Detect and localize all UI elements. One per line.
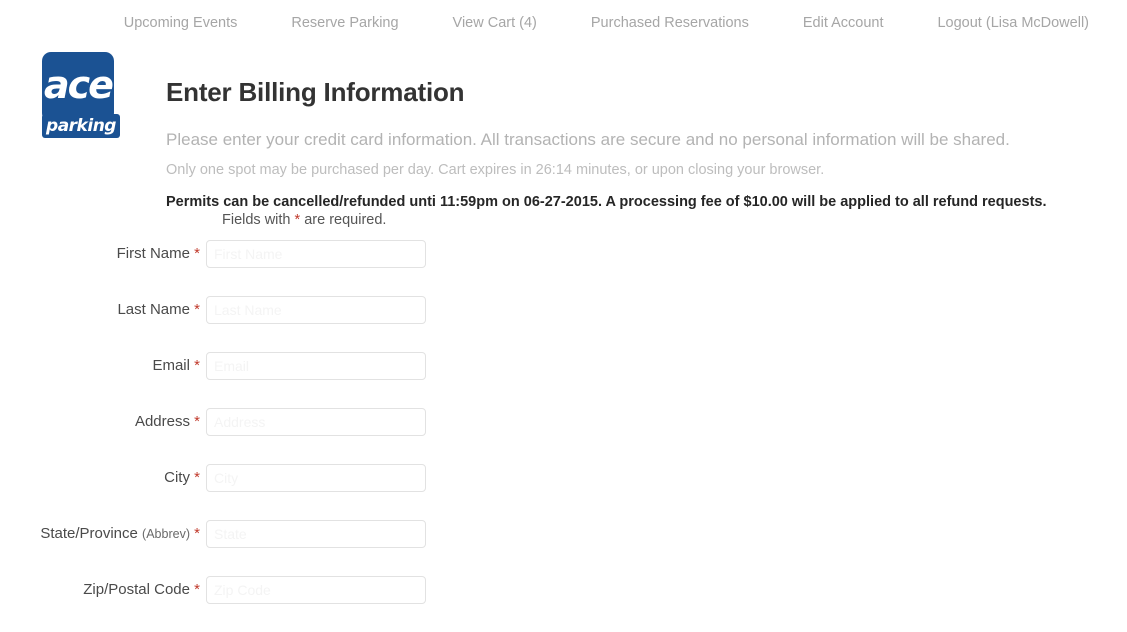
nav-item-view-cart[interactable]: View Cart (4): [451, 12, 539, 35]
label-address: Address *: [0, 408, 206, 436]
label-zip-postal-code: Zip/Postal Code *: [0, 576, 206, 604]
label-state-province-abbrev: (Abbrev): [142, 527, 190, 541]
form-row-last-name: Last Name *: [0, 296, 1127, 352]
label-zip-postal-code-text: Zip/Postal Code: [83, 581, 190, 598]
form-row-zip-postal-code: Zip/Postal Code *: [0, 576, 1127, 632]
nav-item-reserve-parking[interactable]: Reserve Parking: [289, 12, 400, 35]
page-title: Enter Billing Information: [166, 77, 465, 107]
input-city[interactable]: [206, 464, 426, 492]
required-marker-address: *: [194, 413, 200, 430]
nav-item-logout[interactable]: Logout (Lisa McDowell): [935, 12, 1091, 35]
form-row-first-name: First Name *: [0, 240, 1127, 296]
logo-parking-text: parking: [42, 114, 120, 138]
input-first-name[interactable]: [206, 240, 426, 268]
required-marker-first-name: *: [194, 245, 200, 262]
label-email-text: Email: [152, 357, 190, 374]
required-marker-email: *: [194, 357, 200, 374]
nav-item-edit-account[interactable]: Edit Account: [801, 12, 886, 35]
label-last-name: Last Name *: [0, 296, 206, 324]
input-email[interactable]: [206, 352, 426, 380]
cart-expiry-note: Only one spot may be purchased per day. …: [166, 161, 825, 178]
label-city: City *: [0, 464, 206, 492]
label-state-province-text: State/Province: [40, 525, 138, 542]
main-content: Enter Billing Information Please enter y…: [166, 78, 1096, 233]
form-row-address: Address *: [0, 408, 1127, 464]
nav-item-upcoming-events[interactable]: Upcoming Events: [122, 12, 240, 35]
label-state-province: State/Province (Abbrev) *: [0, 520, 206, 548]
required-marker-last-name: *: [194, 301, 200, 318]
top-navigation: Upcoming Events Reserve Parking View Car…: [0, 0, 1127, 46]
input-zip-postal-code[interactable]: [206, 576, 426, 604]
required-marker-city: *: [194, 469, 200, 486]
lead-description: Please enter your credit card informatio…: [166, 129, 1010, 149]
label-first-name-text: First Name: [116, 245, 190, 262]
input-last-name[interactable]: [206, 296, 426, 324]
label-first-name: First Name *: [0, 240, 206, 268]
label-email: Email *: [0, 352, 206, 380]
refund-policy-note: Permits can be cancelled/refunded unti 1…: [166, 193, 1047, 210]
label-address-text: Address: [134, 413, 190, 430]
ace-parking-logo[interactable]: ace parking: [42, 52, 120, 142]
form-row-city: City *: [0, 464, 1127, 520]
required-note-suffix: are required.: [300, 212, 387, 228]
input-state-province[interactable]: [206, 520, 426, 548]
billing-form: First Name * Last Name * Email * Address…: [0, 240, 1127, 632]
required-marker-zip-postal-code: *: [194, 581, 200, 598]
nav-item-purchased-reservations[interactable]: Purchased Reservations: [589, 12, 751, 35]
form-row-state-province: State/Province (Abbrev) *: [0, 520, 1127, 576]
label-city-text: City: [164, 469, 190, 486]
label-last-name-text: Last Name: [117, 301, 190, 318]
required-fields-note: Fields with * are required.: [222, 212, 386, 228]
logo-ace-text: ace: [44, 63, 114, 107]
required-note-prefix: Fields with: [222, 212, 295, 228]
input-address[interactable]: [206, 408, 426, 436]
form-row-email: Email *: [0, 352, 1127, 408]
required-marker-state-province: *: [194, 525, 200, 542]
